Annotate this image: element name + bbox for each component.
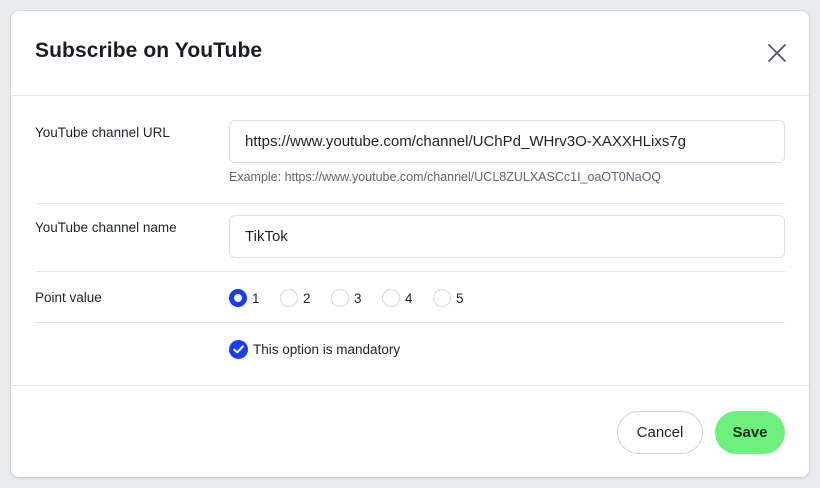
- point-option-label: 1: [252, 290, 260, 306]
- mandatory-checkbox[interactable]: This option is mandatory: [229, 340, 400, 359]
- channel-url-hint: Example: https://www.youtube.com/channel…: [229, 170, 662, 184]
- channel-name-input[interactable]: [229, 215, 785, 258]
- subscribe-dialog: Subscribe on YouTube YouTube channel URL…: [11, 11, 809, 477]
- divider: [35, 203, 785, 204]
- radio-button[interactable]: [433, 289, 451, 307]
- channel-url-input[interactable]: [229, 120, 785, 163]
- point-option-label: 2: [303, 290, 311, 306]
- divider: [35, 271, 785, 272]
- divider: [35, 322, 785, 323]
- close-icon: [768, 44, 786, 62]
- point-option-1[interactable]: 1: [229, 289, 270, 307]
- dialog-title: Subscribe on YouTube: [35, 39, 263, 62]
- point-value-row: Point value 1 2 3 4 5: [35, 289, 785, 309]
- channel-name-label: YouTube channel name: [35, 220, 177, 235]
- point-value-radio-group: 1 2 3 4 5: [229, 289, 484, 307]
- save-button[interactable]: Save: [715, 411, 785, 454]
- radio-button[interactable]: [382, 289, 400, 307]
- point-option-4[interactable]: 4: [382, 289, 423, 307]
- mandatory-row: This option is mandatory: [35, 340, 785, 360]
- close-button[interactable]: [767, 43, 787, 63]
- channel-url-label: YouTube channel URL: [35, 125, 170, 140]
- point-option-label: 5: [456, 290, 464, 306]
- point-option-label: 3: [354, 290, 362, 306]
- point-option-5[interactable]: 5: [433, 289, 474, 307]
- dialog-header: Subscribe on YouTube: [11, 11, 809, 96]
- checkmark-icon: [233, 345, 244, 354]
- radio-button[interactable]: [331, 289, 349, 307]
- mandatory-label: This option is mandatory: [253, 342, 401, 357]
- point-value-label: Point value: [35, 290, 102, 305]
- channel-url-row: YouTube channel URL Example: https://www…: [35, 120, 785, 200]
- dialog-footer: Cancel Save: [11, 386, 809, 478]
- point-option-2[interactable]: 2: [280, 289, 321, 307]
- point-option-label: 4: [405, 290, 413, 306]
- radio-button[interactable]: [280, 289, 298, 307]
- channel-name-row: YouTube channel name: [35, 215, 785, 260]
- dialog-body: YouTube channel URL Example: https://www…: [11, 96, 809, 386]
- cancel-button[interactable]: Cancel: [617, 411, 703, 454]
- radio-button-checked[interactable]: [229, 289, 247, 307]
- checkmark-circle-icon[interactable]: [229, 340, 248, 359]
- point-option-3[interactable]: 3: [331, 289, 372, 307]
